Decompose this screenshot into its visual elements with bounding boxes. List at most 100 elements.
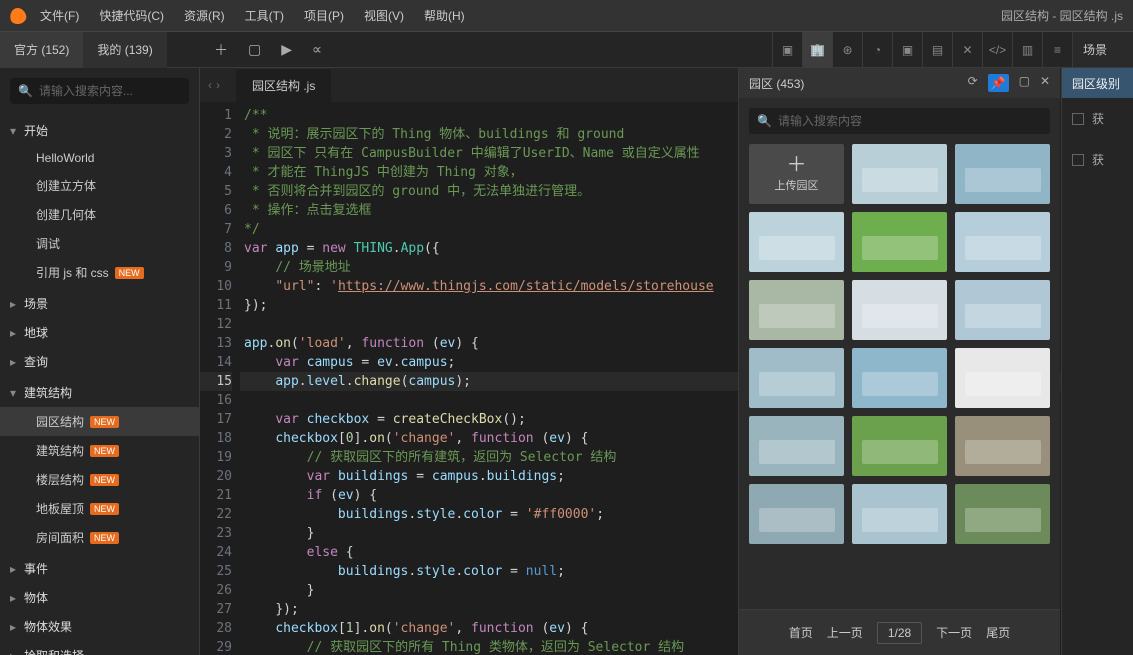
tree-item-helloworld[interactable]: HelloWorld: [0, 145, 199, 171]
tree-scene[interactable]: ▸场景: [0, 289, 199, 318]
note-icon[interactable]: ▥: [1013, 32, 1043, 68]
chevron-down-icon: ▾: [10, 124, 24, 138]
share-icon[interactable]: ∝: [312, 41, 322, 58]
tab-mine[interactable]: 我的 (139): [83, 32, 166, 68]
window-icon[interactable]: ▣: [893, 32, 923, 68]
menu-project[interactable]: 项目(P): [304, 7, 344, 24]
refresh-icon[interactable]: ⟳: [968, 74, 978, 92]
model-thumb[interactable]: [852, 212, 947, 272]
right-panel-tab[interactable]: 园区级别: [1062, 68, 1133, 98]
tab-scene[interactable]: 场景: [1073, 32, 1133, 67]
page-prev[interactable]: 上一页: [827, 624, 863, 641]
plus-icon: ＋: [787, 155, 807, 175]
tab-official[interactable]: 官方 (152): [0, 32, 83, 68]
model-thumb[interactable]: [955, 144, 1050, 204]
model-thumb[interactable]: [749, 416, 844, 476]
tree-item-room[interactable]: 房间面积NEW: [0, 523, 199, 552]
tree-item-floor[interactable]: 楼层结构NEW: [0, 465, 199, 494]
tree-item-building[interactable]: 建筑结构NEW: [0, 436, 199, 465]
tree-item-campus[interactable]: 园区结构NEW: [0, 407, 199, 436]
pin-icon[interactable]: 📌: [988, 74, 1009, 92]
model-thumb[interactable]: [955, 212, 1050, 272]
pager: 首页 上一页 1/28 下一页 尾页: [739, 609, 1060, 655]
menu-snippet[interactable]: 快捷代码(C): [99, 7, 164, 24]
tree-item-roof[interactable]: 地板屋顶NEW: [0, 494, 199, 523]
window-title: 园区结构 - 园区结构 .js: [1001, 7, 1123, 24]
model-thumb[interactable]: [749, 212, 844, 272]
main-menu: 文件(F) 快捷代码(C) 资源(R) 工具(T) 项目(P) 视图(V) 帮助…: [40, 7, 465, 24]
sidebar-search[interactable]: 🔍: [10, 78, 189, 104]
search-icon: 🔍: [18, 84, 33, 98]
close-icon[interactable]: ✕: [1040, 74, 1050, 92]
right-panel: 园区级别 获 获: [1061, 68, 1133, 655]
sidebar-search-input[interactable]: [39, 84, 194, 98]
model-thumb[interactable]: [955, 348, 1050, 408]
shuffle-icon[interactable]: ✕: [953, 32, 983, 68]
model-thumb[interactable]: [955, 280, 1050, 340]
building-icon[interactable]: 🏢: [803, 32, 833, 68]
second-toolbar: 官方 (152) 我的 (139) ＋ ▢ ▶ ∝ ▣ 🏢 ⊛ ◔ ▣ ▤ ✕ …: [0, 32, 1133, 68]
upload-tile[interactable]: ＋ 上传园区: [749, 144, 844, 204]
tree-effect[interactable]: ▸物体效果: [0, 612, 199, 641]
cube-icon[interactable]: ▣: [773, 32, 803, 68]
model-thumb[interactable]: [852, 484, 947, 544]
save-icon[interactable]: ▢: [248, 41, 261, 58]
model-panel: 园区 (453) ⟳ 📌 ▢ ✕ 🔍 ＋ 上传园区 首页 上一页 1/28 下一页…: [738, 68, 1060, 655]
chevron-left-icon[interactable]: ‹: [208, 78, 212, 92]
tree-item-cube[interactable]: 创建立方体: [0, 171, 199, 200]
model-thumb[interactable]: [852, 416, 947, 476]
image-icon[interactable]: ▤: [923, 32, 953, 68]
chevron-right-icon[interactable]: ›: [216, 78, 220, 92]
menu-file[interactable]: 文件(F): [40, 7, 79, 24]
menu-help[interactable]: 帮助(H): [424, 7, 465, 24]
model-thumb[interactable]: [749, 348, 844, 408]
tree-pick[interactable]: ▸拾取和选择: [0, 641, 199, 655]
code-icon[interactable]: </>: [983, 32, 1013, 68]
panel-search-input[interactable]: [778, 114, 1042, 128]
menu-tool[interactable]: 工具(T): [245, 7, 284, 24]
chevron-down-icon: ▾: [10, 386, 24, 400]
maximize-icon[interactable]: ▢: [1019, 74, 1030, 92]
globe-icon[interactable]: ⊛: [833, 32, 863, 68]
tree-build[interactable]: ▾ 建筑结构: [0, 378, 199, 407]
model-grid: ＋ 上传园区: [739, 144, 1060, 609]
model-thumb[interactable]: [955, 484, 1050, 544]
menu-view[interactable]: 视图(V): [364, 7, 404, 24]
layers-icon[interactable]: ≡: [1043, 32, 1073, 68]
tree-item-geo[interactable]: 创建几何体: [0, 200, 199, 229]
model-thumb[interactable]: [955, 416, 1050, 476]
panel-search[interactable]: 🔍: [749, 108, 1050, 134]
page-first[interactable]: 首页: [789, 624, 813, 641]
sidebar: 🔍 ▾ 开始 HelloWorld 创建立方体 创建几何体 调试 引用 js 和…: [0, 68, 200, 655]
add-icon[interactable]: ＋: [214, 40, 228, 60]
right-check-0[interactable]: 获: [1062, 98, 1133, 139]
file-tab[interactable]: 园区结构 .js: [236, 68, 331, 102]
model-thumb[interactable]: [852, 348, 947, 408]
model-thumb[interactable]: [852, 280, 947, 340]
tree-earth[interactable]: ▸地球: [0, 318, 199, 347]
model-thumb[interactable]: [852, 144, 947, 204]
tree-item-jscss[interactable]: 引用 js 和 cssNEW: [0, 258, 199, 287]
topbar: 文件(F) 快捷代码(C) 资源(R) 工具(T) 项目(P) 视图(V) 帮助…: [0, 0, 1133, 32]
run-icon[interactable]: ▶: [281, 41, 292, 58]
tree-start-label: 开始: [24, 122, 48, 139]
tree-object[interactable]: ▸物体: [0, 583, 199, 612]
checkbox-icon: [1072, 113, 1084, 125]
page-last[interactable]: 尾页: [986, 624, 1010, 641]
page-next[interactable]: 下一页: [936, 624, 972, 641]
checkbox-icon: [1072, 154, 1084, 166]
tree-event[interactable]: ▸事件: [0, 554, 199, 583]
model-thumb[interactable]: [749, 484, 844, 544]
search-icon: 🔍: [757, 114, 772, 128]
app-logo-icon: [8, 6, 28, 26]
tree-start[interactable]: ▾ 开始: [0, 116, 199, 145]
right-check-1[interactable]: 获: [1062, 139, 1133, 180]
clock-icon[interactable]: ◔: [863, 32, 893, 68]
tree-query[interactable]: ▸查询: [0, 347, 199, 376]
model-thumb[interactable]: [749, 280, 844, 340]
panel-title: 园区 (453): [749, 75, 804, 92]
menu-resource[interactable]: 资源(R): [184, 7, 225, 24]
page-indicator: 1/28: [877, 622, 922, 644]
upload-label: 上传园区: [775, 177, 819, 193]
tree-item-debug[interactable]: 调试: [0, 229, 199, 258]
